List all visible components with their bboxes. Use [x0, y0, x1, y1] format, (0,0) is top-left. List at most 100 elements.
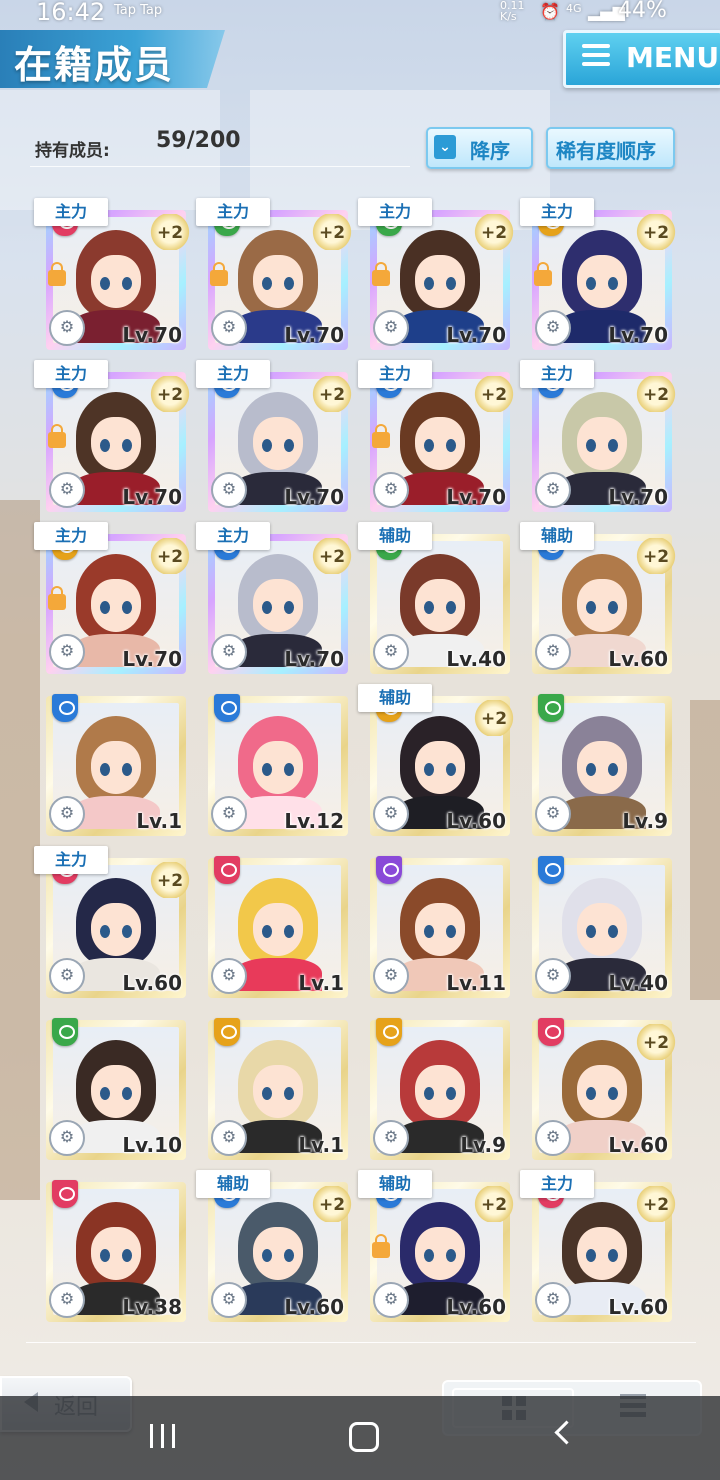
lock-icon	[372, 1234, 390, 1258]
level-label: Lv.60	[122, 971, 182, 995]
status-bar: 16:42 Tap Tap 0.11 K/s ⏰ 4G ▂▄▆ 44%	[0, 0, 720, 26]
member-card[interactable]: 主力 +2 ⚙ Lv.70	[520, 360, 676, 512]
skill-icon: ⚙	[373, 310, 409, 346]
rank-badge: +2	[474, 214, 514, 250]
level-label: Lv.10	[122, 1133, 182, 1157]
level-label: Lv.60	[446, 1295, 506, 1319]
skill-icon: ⚙	[535, 1282, 571, 1318]
level-label: Lv.9	[460, 1133, 506, 1157]
level-label: Lv.1	[136, 809, 182, 833]
role-tag: 主力	[196, 522, 270, 550]
rank-badge: +2	[312, 1186, 352, 1222]
member-card[interactable]: 主力 +2 ⚙ Lv.70	[520, 198, 676, 350]
member-card[interactable]: 主力 +2 ⚙ Lv.70	[34, 360, 190, 512]
member-card[interactable]: ⚙ Lv.1	[208, 1018, 348, 1160]
skill-icon: ⚙	[49, 796, 85, 832]
member-card[interactable]: 主力 +2 ⚙ Lv.70	[34, 522, 190, 674]
member-card[interactable]: 主力 +2 ⚙ Lv.70	[196, 522, 352, 674]
role-tag: 辅助	[358, 522, 432, 550]
alarm-icon: ⏰	[540, 2, 560, 21]
skill-icon: ⚙	[535, 310, 571, 346]
skill-icon: ⚙	[211, 958, 247, 994]
home-button[interactable]	[349, 1422, 379, 1452]
skill-icon: ⚙	[49, 1120, 85, 1156]
skill-icon: ⚙	[49, 1282, 85, 1318]
attribute-icon	[538, 1018, 564, 1046]
skill-icon: ⚙	[211, 796, 247, 832]
member-card[interactable]: 辅助 +2 ⚙ Lv.60	[520, 522, 676, 674]
level-label: Lv.60	[608, 1295, 668, 1319]
level-label: Lv.60	[608, 647, 668, 671]
member-card[interactable]: 主力 +2 ⚙ Lv.70	[34, 198, 190, 350]
network-label: 4G	[566, 2, 582, 15]
attribute-icon	[538, 694, 564, 722]
page-title: 在籍成员	[14, 43, 175, 87]
member-card[interactable]: ⚙ Lv.38	[46, 1180, 186, 1322]
nav-back-button[interactable]	[554, 1420, 579, 1445]
lock-icon	[210, 262, 228, 286]
level-label: Lv.70	[446, 485, 506, 509]
member-card[interactable]: 辅助 +2 ⚙ Lv.60	[358, 1170, 514, 1322]
member-card[interactable]: ⚙ Lv.12	[208, 694, 348, 836]
rank-badge: +2	[474, 376, 514, 412]
member-card[interactable]: ⚙ Lv.40	[532, 856, 672, 998]
role-tag: 主力	[34, 360, 108, 388]
level-label: Lv.70	[122, 323, 182, 347]
attribute-icon	[214, 694, 240, 722]
rank-badge: +2	[150, 376, 190, 412]
skill-icon: ⚙	[49, 472, 85, 508]
member-count-value: 59/200	[156, 128, 241, 153]
member-card[interactable]: ⚙ Lv.1	[208, 856, 348, 998]
level-label: Lv.70	[122, 647, 182, 671]
level-label: Lv.1	[298, 971, 344, 995]
skill-icon: ⚙	[535, 958, 571, 994]
level-label: Lv.70	[446, 323, 506, 347]
recent-apps-button[interactable]	[150, 1424, 176, 1448]
role-tag: 辅助	[358, 684, 432, 712]
skill-icon: ⚙	[211, 1120, 247, 1156]
member-card[interactable]: 主力 +2 ⚙ Lv.70	[358, 360, 514, 512]
attribute-icon	[376, 856, 402, 884]
member-card[interactable]: 辅助 +2 ⚙ Lv.60	[196, 1170, 352, 1322]
rank-badge: +2	[312, 376, 352, 412]
role-tag: 主力	[520, 1170, 594, 1198]
member-card[interactable]: 主力 +2 ⚙ Lv.70	[358, 198, 514, 350]
member-card[interactable]: 辅助 ⚙ Lv.40	[358, 522, 510, 674]
skill-icon: ⚙	[49, 958, 85, 994]
member-card[interactable]: 主力 +2 ⚙ Lv.60	[34, 846, 190, 998]
skill-icon: ⚙	[373, 796, 409, 832]
member-card[interactable]: 主力 +2 ⚙ Lv.70	[196, 360, 352, 512]
skill-icon: ⚙	[535, 472, 571, 508]
sort-order-label: 降序	[470, 139, 510, 163]
level-label: Lv.70	[608, 485, 668, 509]
member-card[interactable]: ⚙ Lv.1	[46, 694, 186, 836]
attribute-icon	[538, 856, 564, 884]
sort-rarity-button[interactable]: 稀有度顺序	[546, 127, 675, 169]
member-card[interactable]: ⚙ Lv.9	[532, 694, 672, 836]
lock-icon	[534, 262, 552, 286]
member-card[interactable]: ⚙ Lv.10	[46, 1018, 186, 1160]
rank-badge: +2	[636, 538, 676, 574]
divider	[30, 166, 410, 167]
role-tag: 主力	[358, 360, 432, 388]
role-tag: 主力	[520, 360, 594, 388]
rank-badge: +2	[474, 700, 514, 736]
member-card[interactable]: 辅助 +2 ⚙ Lv.60	[358, 684, 514, 836]
member-card[interactable]: +2 ⚙ Lv.60	[532, 1018, 676, 1160]
sort-rarity-label: 稀有度顺序	[556, 139, 656, 163]
menu-button[interactable]: MENU	[563, 30, 720, 88]
attribute-icon	[52, 1018, 78, 1046]
member-card[interactable]: ⚙ Lv.9	[370, 1018, 510, 1160]
skill-icon: ⚙	[373, 634, 409, 670]
skill-icon: ⚙	[49, 310, 85, 346]
member-card[interactable]: ⚙ Lv.11	[370, 856, 510, 998]
level-label: Lv.70	[284, 647, 344, 671]
role-tag: 主力	[196, 198, 270, 226]
lock-icon	[48, 262, 66, 286]
role-tag: 主力	[34, 522, 108, 550]
lock-icon	[48, 586, 66, 610]
member-card[interactable]: 主力 +2 ⚙ Lv.70	[196, 198, 352, 350]
sort-order-button[interactable]: ⌄ 降序	[426, 127, 533, 169]
member-card[interactable]: 主力 +2 ⚙ Lv.60	[520, 1170, 676, 1322]
status-time: 16:42	[36, 0, 106, 26]
